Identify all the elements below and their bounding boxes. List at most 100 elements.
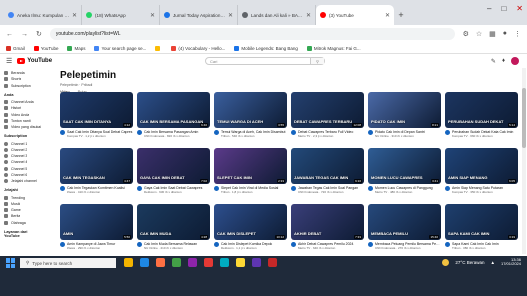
video-card[interactable]: AMIN SIAP MENANG 6:05 Amin Siap Menang Sat…	[445, 148, 518, 200]
bookmark-item[interactable]: Mobile Legends: Bang Bang	[234, 45, 298, 51]
browser-tab[interactable]: Lands dan Ali kali » BATCH 3✕	[238, 5, 316, 25]
maximize-icon[interactable]: □	[501, 4, 506, 13]
translate-icon[interactable]: ⚙	[463, 30, 469, 38]
youtube-search-input[interactable]: Cari ⚲	[205, 57, 325, 65]
channel-avatar[interactable]	[445, 242, 450, 247]
video-thumbnail[interactable]: JAWABAN TEGAS CAK IMIN 9:16	[291, 148, 364, 184]
forward-icon[interactable]: →	[21, 31, 28, 38]
video-thumbnail[interactable]: PIDATO CAK IMIN 8:21	[368, 92, 441, 128]
video-thumbnail[interactable]: CAK IMIN TEGASKAN 4:47	[60, 148, 133, 184]
channel-avatar[interactable]	[291, 242, 296, 247]
video-thumbnail[interactable]: CAK IMIN DISLEPET 10:12	[214, 204, 287, 240]
video-card[interactable]: TEMUI WARGA DI ACEH 3:55 Temui Warga di Ac…	[214, 92, 287, 144]
youtube-logo[interactable]: YouTube	[17, 58, 52, 64]
reload-icon[interactable]: ↻	[36, 30, 42, 38]
video-thumbnail[interactable]: CAK IMIN BERSAMA PASANGAN 6:40	[137, 92, 210, 128]
channel-avatar[interactable]	[214, 130, 219, 135]
tab-close-icon[interactable]: ✕	[150, 12, 155, 19]
hamburger-menu-icon[interactable]: ☰	[6, 57, 12, 65]
browser-tab[interactable]: Jurnal Today Aspirations, Rak✕	[160, 5, 238, 25]
video-card[interactable]: MOMEN LUCU CAWAPRES 3:41 Momen Lucu Cawapr…	[368, 148, 441, 200]
notifications-icon[interactable]: ♦	[502, 58, 505, 64]
bookmark-item[interactable]: Mitrok Magnus: Fai G...	[306, 45, 361, 51]
sidebar-item[interactable]: Jelajahi channel	[4, 178, 44, 184]
video-card[interactable]: JAWABAN TEGAS CAK IMIN 9:16 Jawaban Tegas …	[291, 148, 364, 200]
video-thumbnail[interactable]: MEMBACA PEMILU 15:40	[368, 204, 441, 240]
tab-close-icon[interactable]: ✕	[72, 12, 77, 19]
sidebar-item[interactable]: Video yang disukai	[4, 124, 44, 130]
scrollbar-thumb[interactable]	[522, 88, 526, 148]
bookmark-item[interactable]: Maps	[67, 45, 85, 51]
video-thumbnail[interactable]: AMIN 5:50	[60, 204, 133, 240]
tray-arrow-icon[interactable]: ▲	[491, 260, 495, 265]
taskbar-app-icon[interactable]	[268, 258, 277, 267]
channel-avatar[interactable]	[368, 130, 373, 135]
video-card[interactable]: AMIN 5:50 Amin Kampanye di Jawa Timur iNews…	[60, 204, 133, 256]
video-card[interactable]: PERUBAHAN SUDAH DEKAT 5:14 Perubahan Sudah…	[445, 92, 518, 144]
channel-avatar[interactable]	[368, 186, 373, 191]
taskbar-app-icon[interactable]	[124, 258, 133, 267]
close-icon[interactable]: ✕	[516, 4, 523, 13]
channel-avatar[interactable]	[291, 186, 296, 191]
video-card[interactable]: MEMBACA PEMILU 15:40 Membaca Peluang Pemil…	[368, 204, 441, 256]
video-thumbnail[interactable]: SAAT CAK IMIN DITANYA 4:12	[60, 92, 133, 128]
video-thumbnail[interactable]: SAPA KAMI CAK IMIN 3:19	[445, 204, 518, 240]
channel-avatar[interactable]	[137, 130, 142, 135]
bookmark-item[interactable]: Gmail	[6, 45, 25, 51]
video-card[interactable]: SAPA KAMI CAK IMIN 3:19 Sapa Kami Cak Imin…	[445, 204, 518, 256]
create-icon[interactable]: ✎	[491, 58, 496, 65]
bookmark-star-icon[interactable]: ☆	[476, 30, 482, 38]
bookmark-item[interactable]: Your search page se...	[94, 45, 146, 51]
tab-close-icon[interactable]: ✕	[306, 12, 311, 19]
video-card[interactable]: CAK IMIN TEGASKAN 4:47 Cak Imin Tegaskan K…	[60, 148, 133, 200]
channel-avatar[interactable]	[137, 186, 142, 191]
extensions-icon[interactable]: ▦	[489, 30, 496, 38]
video-thumbnail[interactable]: PERUBAHAN SUDAH DEKAT 5:14	[445, 92, 518, 128]
browser-tab[interactable]: Aneka Ilmu: Kumpulan Soal ✕	[4, 5, 82, 25]
video-card[interactable]: AKHIR DEBAT 7:33 Akhir Debat Cawapres Pemi…	[291, 204, 364, 256]
minimize-icon[interactable]: –	[487, 4, 491, 13]
taskbar-app-icon[interactable]	[204, 258, 213, 267]
video-card[interactable]: CAK IMIN BERSAMA PASANGAN 6:40 Cak Imin Be…	[137, 92, 210, 144]
clock[interactable]: 13:36 17/01/2024	[501, 257, 521, 267]
channel-avatar[interactable]	[445, 130, 450, 135]
browser-menu-icon[interactable]: ⋮	[514, 30, 521, 38]
video-card[interactable]: CAK IMIN MUDA 4:28 Cak Imin Muda Bersama R…	[137, 204, 210, 256]
tab-close-icon[interactable]: ✕	[385, 12, 390, 19]
video-card[interactable]: DEBAT CAWAPRES TERBARU 12:08 Debat Cawapre…	[291, 92, 364, 144]
taskbar-app-icon[interactable]	[188, 258, 197, 267]
taskbar-app-icon[interactable]	[252, 258, 261, 267]
browser-tab[interactable]: (3) YouTube ✕	[316, 5, 394, 25]
page-scrollbar[interactable]	[522, 68, 526, 254]
channel-avatar[interactable]	[291, 130, 296, 135]
bookmark-item[interactable]: (4) Vocabulary - Hello...	[171, 45, 225, 51]
taskbar-app-icon[interactable]	[220, 258, 229, 267]
video-thumbnail[interactable]: DEBAT CAWAPRES TERBARU 12:08	[291, 92, 364, 128]
bookmark-item[interactable]	[155, 45, 162, 51]
video-card[interactable]: PIDATO CAK IMIN 8:21 Pidato Cak Imin di De…	[368, 92, 441, 144]
video-card[interactable]: GAYA CAK IMIN DEBAT 7:02 Gaya Cak Imin Saa…	[137, 148, 210, 200]
video-thumbnail[interactable]: CAK IMIN MUDA 4:28	[137, 204, 210, 240]
video-card[interactable]: SLEPET CAK IMIN 2:33 Slepet Cak Imin Viral…	[214, 148, 287, 200]
new-tab-button[interactable]: +	[394, 5, 408, 25]
video-thumbnail[interactable]: SLEPET CAK IMIN 2:33	[214, 148, 287, 184]
weather-icon[interactable]	[442, 258, 450, 266]
taskbar-search-input[interactable]: ⚲ Type here to search	[20, 258, 116, 268]
back-icon[interactable]: ←	[6, 31, 13, 38]
search-icon[interactable]: ⚲	[310, 58, 324, 64]
channel-avatar[interactable]	[60, 130, 65, 135]
tab-close-icon[interactable]: ✕	[228, 12, 233, 19]
channel-avatar[interactable]	[214, 242, 219, 247]
bookmark-item[interactable]: YouTube	[33, 45, 58, 51]
taskbar-app-icon[interactable]	[140, 258, 149, 267]
video-thumbnail[interactable]: AMIN SIAP MENANG 6:05	[445, 148, 518, 184]
taskbar-app-icon[interactable]	[172, 258, 181, 267]
profile-icon[interactable]: ●	[503, 30, 507, 38]
channel-avatar[interactable]	[60, 186, 65, 191]
channel-avatar[interactable]	[214, 186, 219, 191]
video-thumbnail[interactable]: TEMUI WARGA DI ACEH 3:55	[214, 92, 287, 128]
video-card[interactable]: CAK IMIN DISLEPET 10:12 Cak Imin Dislepet …	[214, 204, 287, 256]
taskbar-app-icon[interactable]	[156, 258, 165, 267]
video-thumbnail[interactable]: MOMEN LUCU CAWAPRES 3:41	[368, 148, 441, 184]
video-card[interactable]: SAAT CAK IMIN DITANYA 4:12 Saat Cak Imin D…	[60, 92, 133, 144]
